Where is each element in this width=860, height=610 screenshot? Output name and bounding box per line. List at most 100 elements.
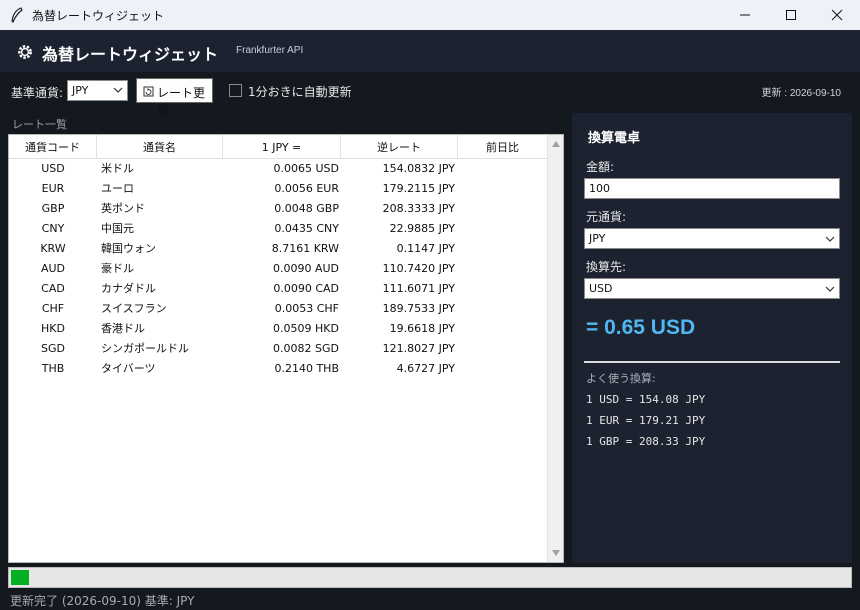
rate-table-scrollbar[interactable] bbox=[547, 135, 563, 562]
column-header-name[interactable]: 通貨名 bbox=[97, 135, 223, 159]
cell-change bbox=[459, 239, 547, 259]
app-header: 為替レートウィジェット Frankfurter API bbox=[0, 30, 860, 72]
minimize-icon bbox=[740, 14, 750, 16]
column-header-rate[interactable]: 1 JPY = bbox=[223, 135, 341, 159]
from-currency-label: 元通貨: bbox=[586, 210, 627, 224]
cell-name: 米ドル bbox=[101, 162, 134, 175]
auto-refresh-checkbox[interactable] bbox=[229, 84, 242, 97]
cell-code: EUR bbox=[41, 182, 65, 195]
table-row[interactable]: CNY 中国元 0.0435 CNY 22.9885 JPY bbox=[9, 219, 547, 239]
cell-rate: 0.0509 HKD bbox=[273, 322, 339, 335]
cell-code: HKD bbox=[41, 322, 65, 335]
cell-name: カナダドル bbox=[101, 282, 156, 295]
cell-name: 香港ドル bbox=[101, 322, 145, 335]
from-currency-value: JPY bbox=[589, 232, 606, 245]
base-currency-label: 基準通貨: bbox=[11, 86, 64, 100]
cell-name: 韓国ウォン bbox=[101, 242, 156, 255]
scroll-up-icon[interactable] bbox=[551, 139, 561, 149]
cell-code: GBP bbox=[41, 202, 65, 215]
cell-inverse: 22.9885 JPY bbox=[389, 222, 455, 235]
converter-divider bbox=[584, 361, 840, 363]
feather-icon bbox=[11, 7, 23, 23]
cell-change bbox=[459, 359, 547, 379]
cell-rate: 0.2140 THB bbox=[274, 362, 339, 375]
cell-change bbox=[459, 259, 547, 279]
base-currency-select[interactable]: JPY bbox=[67, 80, 128, 101]
cell-name: タイバーツ bbox=[101, 362, 156, 375]
update-progress-fill bbox=[11, 570, 30, 585]
cell-name: 英ポンド bbox=[101, 202, 145, 215]
to-currency-select[interactable]: USD bbox=[584, 278, 840, 299]
table-row[interactable]: THB タイバーツ 0.2140 THB 4.6727 JPY bbox=[9, 359, 547, 379]
cell-inverse: 0.1147 JPY bbox=[396, 242, 455, 255]
last-updated-label: 更新 : 2026-09-10 bbox=[761, 88, 842, 99]
cell-change bbox=[459, 339, 547, 359]
cell-rate: 0.0065 USD bbox=[273, 162, 340, 175]
cell-code: THB bbox=[41, 362, 65, 375]
table-row[interactable]: CAD カナダドル 0.0090 CAD 111.6071 JPY bbox=[9, 279, 547, 299]
cell-change bbox=[459, 279, 547, 299]
cell-rate: 0.0048 GBP bbox=[274, 202, 339, 215]
table-row[interactable]: AUD 豪ドル 0.0090 AUD 110.7420 JPY bbox=[9, 259, 547, 279]
maximize-button[interactable] bbox=[768, 0, 814, 30]
table-row[interactable]: USD 米ドル 0.0065 USD 154.0832 JPY bbox=[9, 159, 547, 179]
chevron-down-icon bbox=[825, 286, 835, 292]
cell-rate: 0.0056 EUR bbox=[274, 182, 339, 195]
to-currency-value: USD bbox=[589, 282, 613, 295]
amount-input[interactable]: 100 bbox=[584, 178, 840, 199]
cell-inverse: 19.6618 JPY bbox=[389, 322, 455, 335]
base-currency-value: JPY bbox=[72, 84, 89, 97]
common-conversion-line: 1 GBP = 208.33 JPY bbox=[586, 435, 706, 448]
close-button[interactable] bbox=[814, 0, 860, 30]
cell-rate: 8.7161 KRW bbox=[271, 242, 339, 255]
cell-change bbox=[459, 319, 547, 339]
column-header-inverse[interactable]: 逆レート bbox=[341, 135, 458, 159]
cell-inverse: 110.7420 JPY bbox=[382, 262, 455, 275]
gear-icon bbox=[18, 45, 32, 59]
table-row[interactable]: GBP 英ポンド 0.0048 GBP 208.3333 JPY bbox=[9, 199, 547, 219]
close-icon bbox=[831, 9, 843, 21]
table-row[interactable]: CHF スイスフラン 0.0053 CHF 189.7533 JPY bbox=[9, 299, 547, 319]
column-header-code[interactable]: 通貨コード bbox=[9, 135, 97, 159]
scroll-down-icon[interactable] bbox=[551, 548, 561, 558]
cell-code: KRW bbox=[40, 242, 66, 255]
cell-change bbox=[459, 199, 547, 219]
from-currency-select[interactable]: JPY bbox=[584, 228, 840, 249]
window-titlebar: 為替レートウィジェット bbox=[0, 0, 860, 30]
cell-rate: 0.0435 CNY bbox=[274, 222, 339, 235]
refresh-button[interactable]: レート更新 bbox=[136, 78, 213, 117]
cell-inverse: 121.8027 JPY bbox=[382, 342, 455, 355]
amount-label: 金額: bbox=[586, 160, 615, 174]
cell-inverse: 4.6727 JPY bbox=[396, 362, 455, 375]
cell-inverse: 208.3333 JPY bbox=[382, 202, 455, 215]
chevron-down-icon bbox=[113, 87, 123, 93]
to-currency-label: 換算先: bbox=[586, 260, 627, 274]
table-row[interactable]: KRW 韓国ウォン 8.7161 KRW 0.1147 JPY bbox=[9, 239, 547, 259]
table-row[interactable]: EUR ユーロ 0.0056 EUR 179.2115 JPY bbox=[9, 179, 547, 199]
cell-name: シンガポールドル bbox=[101, 342, 189, 355]
converter-title: 換算電卓 bbox=[588, 131, 641, 146]
cell-rate: 0.0082 SGD bbox=[273, 342, 339, 355]
api-label: Frankfurter API bbox=[236, 45, 304, 56]
cell-rate: 0.0090 CAD bbox=[273, 282, 339, 295]
cell-inverse: 154.0832 JPY bbox=[382, 162, 455, 175]
minimize-button[interactable] bbox=[722, 0, 768, 30]
cell-change bbox=[459, 179, 547, 199]
cell-rate: 0.0090 AUD bbox=[272, 262, 339, 275]
common-conversions-title: よく使う換算: bbox=[586, 372, 656, 385]
cell-change bbox=[459, 219, 547, 239]
converter-panel: 換算電卓 金額: 100 元通貨: JPY 換算先: USD = 0.65 US… bbox=[572, 113, 852, 563]
cell-change bbox=[459, 159, 547, 179]
column-header-change[interactable]: 前日比 bbox=[458, 135, 547, 159]
table-row[interactable]: HKD 香港ドル 0.0509 HKD 19.6618 JPY bbox=[9, 319, 547, 339]
chevron-down-icon bbox=[825, 236, 835, 242]
table-row[interactable]: SGD シンガポールドル 0.0082 SGD 121.8027 JPY bbox=[9, 339, 547, 359]
auto-refresh-label: 1分おきに自動更新 bbox=[248, 85, 352, 99]
cell-code: USD bbox=[41, 162, 65, 175]
rate-table-header: 通貨コード 通貨名 1 JPY = 逆レート 前日比 bbox=[9, 135, 547, 159]
update-progress-bar bbox=[8, 567, 852, 588]
cell-inverse: 189.7533 JPY bbox=[382, 302, 455, 315]
cell-change bbox=[459, 299, 547, 319]
cell-code: AUD bbox=[40, 262, 66, 275]
cell-inverse: 111.6071 JPY bbox=[382, 282, 455, 295]
